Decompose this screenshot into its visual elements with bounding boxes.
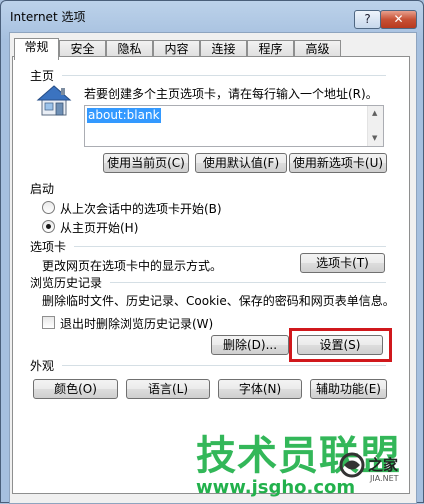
radio-selected-dot xyxy=(46,224,51,229)
appearance-section-title: 外观 xyxy=(30,359,55,373)
home-page-url-field[interactable]: about:blank ▲ ▼ xyxy=(84,105,384,147)
tabs-section-title: 选项卡 xyxy=(30,240,67,254)
colors-button[interactable]: 颜色(O) xyxy=(33,379,118,399)
watermark-side-text: 之家 xyxy=(368,456,399,474)
history-section-title: 浏览历史记录 xyxy=(30,276,103,290)
history-description: 删除临时文件、历史记录、Cookie、保存的密码和网页表单信息。 xyxy=(42,294,395,308)
title-bar[interactable]: Internet 选项 ? ✕ xyxy=(1,1,423,31)
home-description: 若要创建多个主页选项卡，请在每行输入一个地址(R)。 xyxy=(84,87,378,101)
startup-last-session-label[interactable]: 从上次会话中的选项卡开始(B) xyxy=(60,200,222,217)
tabs-settings-button[interactable]: 选项卡(T) xyxy=(300,253,385,273)
tabs-divider xyxy=(74,246,386,247)
close-button[interactable]: ✕ xyxy=(380,10,417,29)
window-title: Internet 选项 xyxy=(10,10,86,24)
help-button[interactable]: ? xyxy=(354,10,381,29)
use-new-tab-button[interactable]: 使用新选项卡(U) xyxy=(289,153,387,173)
watermark-side-small: JIA.NET xyxy=(370,474,399,483)
startup-home-page-radio[interactable] xyxy=(42,220,55,233)
use-default-button[interactable]: 使用默认值(F) xyxy=(195,153,287,173)
delete-history-on-exit-label[interactable]: 退出时删除浏览历史记录(W) xyxy=(60,315,213,332)
tabs-description: 更改网页在选项卡中的显示方式。 xyxy=(42,259,223,273)
startup-home-page-label[interactable]: 从主页开始(H) xyxy=(60,219,138,236)
startup-section-title: 启动 xyxy=(30,182,55,196)
startup-last-session-radio[interactable] xyxy=(42,201,55,214)
scroll-down-icon[interactable]: ▼ xyxy=(372,134,377,142)
home-section-title: 主页 xyxy=(30,69,55,83)
watermark-url: www.jsgho.com xyxy=(196,477,356,498)
tab-general[interactable]: 常规 xyxy=(14,38,59,60)
home-page-url-value: about:blank xyxy=(87,108,161,123)
fonts-button[interactable]: 字体(N) xyxy=(218,379,302,399)
languages-button[interactable]: 语言(L) xyxy=(126,379,210,399)
scroll-up-icon[interactable]: ▲ xyxy=(372,109,377,117)
home-divider xyxy=(62,75,386,76)
watermark-logo-icon xyxy=(339,452,365,478)
appearance-divider xyxy=(62,365,386,366)
settings-button-highlight xyxy=(289,328,392,362)
accessibility-button[interactable]: 辅助功能(E) xyxy=(310,379,387,399)
use-current-button[interactable]: 使用当前页(C) xyxy=(103,153,189,173)
delete-history-on-exit-checkbox[interactable] xyxy=(42,316,55,329)
delete-history-button[interactable]: 删除(D)... xyxy=(211,335,289,355)
home-icon xyxy=(36,85,72,116)
history-divider xyxy=(110,282,386,283)
url-field-scrollbar[interactable]: ▲ ▼ xyxy=(367,106,383,146)
